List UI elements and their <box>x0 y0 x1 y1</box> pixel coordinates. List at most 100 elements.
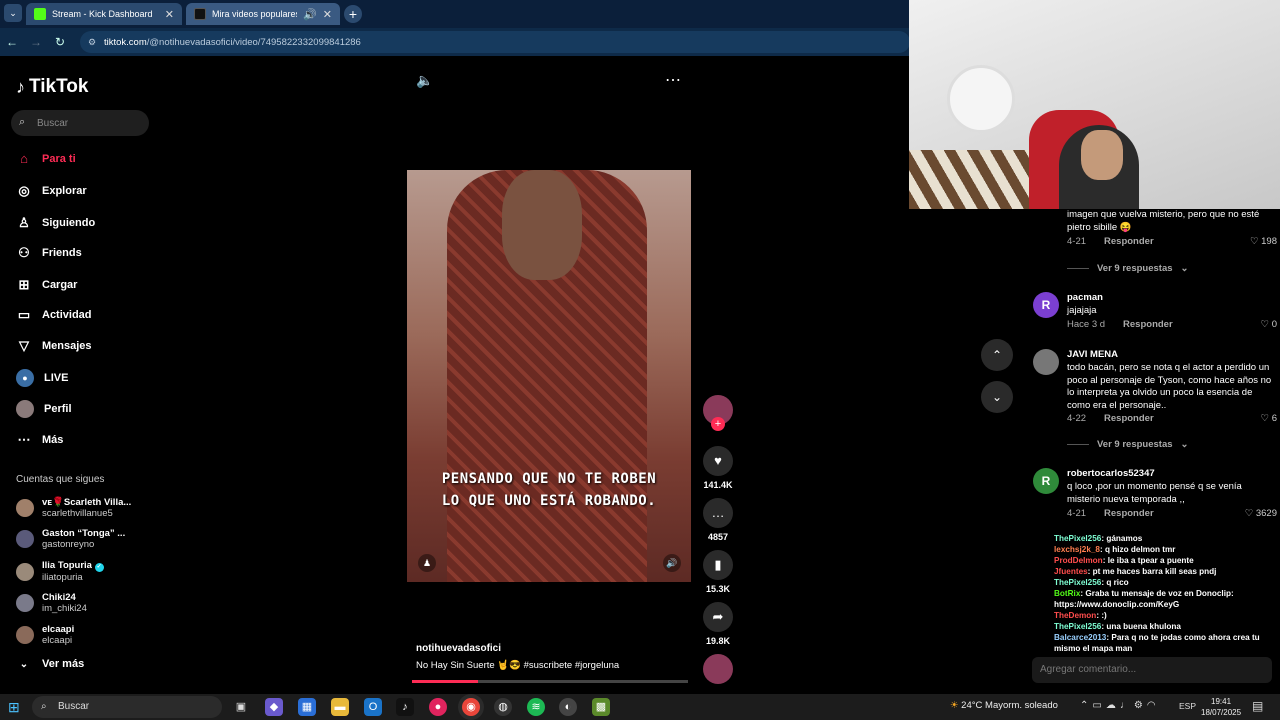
followed-account[interactable]: ᴠᴇ🌹Scarleth Villa... scarlethvillanue5 <box>16 497 131 519</box>
reply-button[interactable]: Responder <box>1104 236 1154 247</box>
back-icon[interactable]: ← <box>0 35 24 49</box>
search-input[interactable]: ⌕ Buscar <box>11 110 149 136</box>
account-icon[interactable]: ♟ <box>418 554 436 572</box>
tiktok-app-icon[interactable]: ♪ <box>396 698 414 716</box>
creator-avatar-button[interactable]: + <box>703 395 733 431</box>
video-progress-bar[interactable] <box>412 680 688 683</box>
tiktok-sidebar: ♪ TikTok ⌕ Buscar ⌂ Para ti ◎ Explorar ♙ Si… <box>0 56 160 694</box>
comment-button[interactable]: … 4857 <box>703 498 733 542</box>
comment-like-count: 198 <box>1261 236 1277 247</box>
comment-user[interactable]: robertocarlos52347 <box>1067 468 1155 479</box>
view-replies-button[interactable]: Ver 9 respuestas ⌄ <box>1067 439 1189 450</box>
account-name: Gaston “Tonga” ... <box>42 528 126 539</box>
video-description: No Hay Sin Suerte 🤘😎 #suscribete #jorgel… <box>416 660 620 671</box>
nav-explorar[interactable]: ◎ Explorar <box>16 183 86 199</box>
comment-user[interactable]: pacman <box>1067 292 1103 303</box>
nav-live[interactable]: ● LIVE <box>16 369 68 387</box>
comment-like-button[interactable]: ♡ 3629 <box>1245 508 1277 519</box>
store-icon[interactable]: ▦ <box>298 698 316 716</box>
followed-account[interactable]: Chiki24 im_chiki24 <box>16 592 87 614</box>
language-indicator[interactable]: ESP <box>1179 701 1196 711</box>
minecraft-icon[interactable]: ▩ <box>592 698 610 716</box>
spotify-icon[interactable]: ≋ <box>527 698 545 716</box>
avatar[interactable]: R <box>1033 468 1059 494</box>
home-icon: ⌂ <box>20 151 28 166</box>
site-info-icon[interactable]: ⚙ <box>88 37 96 48</box>
comment-user[interactable]: JAVI MENA <box>1067 349 1118 360</box>
previous-video-button[interactable]: ⌃ <box>981 339 1013 371</box>
next-video-button[interactable]: ⌄ <box>981 381 1013 413</box>
file-explorer-icon[interactable]: ▬ <box>331 698 349 716</box>
add-comment-input[interactable]: Agregar comentario... <box>1032 657 1272 683</box>
caption-line: PENSANDO QUE NO TE ROBEN <box>441 471 657 487</box>
volume-icon[interactable]: 🔈 <box>416 72 433 89</box>
comment-like-button[interactable]: ♡ 198 <box>1250 236 1277 247</box>
comment-date: 4-21 <box>1067 508 1087 519</box>
followed-account[interactable]: Gaston “Tonga” ... gastonreyno <box>16 528 125 550</box>
comment-date: 4-21 <box>1067 236 1087 247</box>
heart-outline-icon: ♡ <box>1244 508 1254 519</box>
app-icon-2[interactable]: ◐ <box>559 698 577 716</box>
task-view-icon[interactable]: ▣ <box>232 698 250 716</box>
close-icon[interactable]: ✕ <box>323 8 332 21</box>
chrome-icon[interactable]: ◉ <box>462 698 480 716</box>
avatar[interactable]: R <box>1033 292 1059 318</box>
video-author[interactable]: notihuevadasofici <box>416 643 501 654</box>
nav-cargar[interactable]: ⊞ Cargar <box>16 277 78 293</box>
obs-icon[interactable]: ◍ <box>494 698 512 716</box>
url-field[interactable]: ⚙ tiktok.com/@notihuevadasofici/video/74… <box>80 31 910 53</box>
account-handle: elcaapi <box>42 635 73 646</box>
reply-button[interactable]: Responder <box>1104 413 1154 424</box>
comment-like-button[interactable]: ♡ 0 <box>1261 319 1277 330</box>
save-button[interactable]: ▮ 15.3K <box>703 550 733 594</box>
avatar <box>16 530 34 548</box>
close-icon[interactable]: ✕ <box>165 8 174 21</box>
chat-user: Balcarce2013 <box>1054 633 1107 642</box>
nav-para-ti[interactable]: ⌂ Para ti <box>16 151 76 166</box>
followed-account[interactable]: Ilia Topuria ✓ iliatopuria <box>16 560 104 583</box>
copilot-icon[interactable]: ◆ <box>265 698 283 716</box>
app-icon[interactable]: ● <box>429 698 447 716</box>
tiktok-logo[interactable]: ♪ TikTok <box>16 76 88 98</box>
music-disc-button[interactable] <box>703 654 733 684</box>
taskbar-search[interactable]: ⌕ Buscar <box>32 696 222 718</box>
view-replies-button[interactable]: Ver 9 respuestas ⌄ <box>1067 263 1189 274</box>
reply-button[interactable]: Responder <box>1104 508 1154 519</box>
weather-widget[interactable]: ☀ 24°C Mayorm. soleado <box>950 700 1058 711</box>
search-icon: ⌕ <box>19 116 26 128</box>
more-options-icon[interactable]: ⋯ <box>665 70 681 90</box>
windows-start-icon[interactable]: ⊞ <box>8 699 20 716</box>
forward-icon[interactable]: → <box>24 35 48 49</box>
clock[interactable]: 19:41 18/07/2025 <box>1201 696 1241 718</box>
speaker-icon[interactable]: 🔊 <box>303 8 317 21</box>
progress-fill <box>412 680 479 683</box>
followed-account[interactable]: elcaapi elcaapi <box>16 624 74 646</box>
nav-siguiendo[interactable]: ♙ Siguiendo <box>16 215 95 231</box>
following-icon: ♙ <box>18 215 30 230</box>
reload-icon[interactable]: ↻ <box>48 35 72 49</box>
tab-list-button[interactable]: ⌄ <box>4 4 22 22</box>
nav-mensajes[interactable]: ▽ Mensajes <box>16 338 92 354</box>
share-button[interactable]: ➦ 19.8K <box>703 602 733 646</box>
avatar[interactable] <box>1033 349 1059 375</box>
nav-perfil[interactable]: Perfil <box>16 400 72 418</box>
logo-text: TikTok <box>29 76 89 97</box>
taskbar-search-label: Buscar <box>58 701 90 712</box>
nav-friends[interactable]: ⚇ Friends <box>16 245 82 261</box>
nav-actividad[interactable]: ▭ Actividad <box>16 307 92 323</box>
video-player[interactable]: PENSANDO QUE NO TE ROBEN LO QUE UNO ESTÁ… <box>407 170 691 582</box>
comment-like-button[interactable]: ♡ 6 <box>1261 413 1277 424</box>
new-tab-button[interactable]: + <box>344 5 362 23</box>
like-button[interactable]: ♥ 141.4K <box>703 446 733 490</box>
outlook-icon[interactable]: O <box>364 698 382 716</box>
nav-mas[interactable]: ⋯ Más <box>16 432 64 448</box>
reply-button[interactable]: Responder <box>1123 319 1173 330</box>
volume-icon[interactable]: 🔊 <box>663 554 681 572</box>
tab-tiktok[interactable]: Mira videos populares sele 🔊 ✕ <box>186 3 340 25</box>
system-tray[interactable]: ⌃▭☁♩⚙◠ <box>1080 700 1160 711</box>
follow-plus-icon[interactable]: + <box>711 417 725 431</box>
see-more-button[interactable]: ⌄ Ver más <box>16 658 84 670</box>
see-more-label: Ver más <box>42 658 85 670</box>
tab-kick-dashboard[interactable]: Stream - Kick Dashboard ✕ <box>26 3 182 25</box>
notification-icon[interactable]: ▤ <box>1252 699 1263 713</box>
